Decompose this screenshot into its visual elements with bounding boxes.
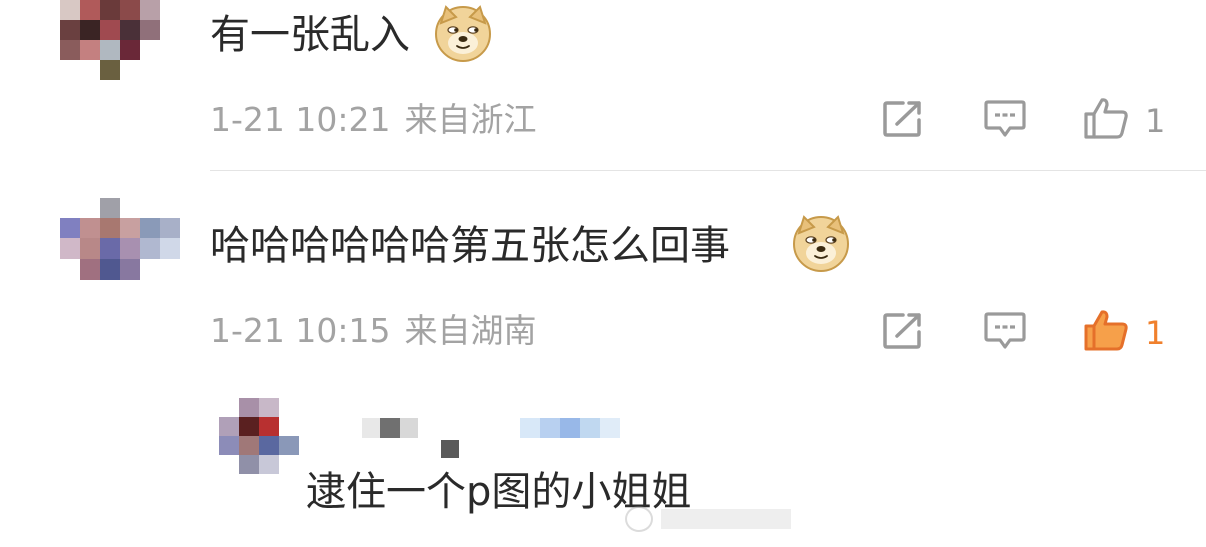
reply-username[interactable]	[362, 418, 418, 438]
comment-date: 1-21 10:15	[210, 311, 391, 350]
reply-avatar[interactable]	[219, 398, 299, 474]
avatar[interactable]	[60, 198, 180, 280]
doge-emoji	[435, 5, 491, 62]
thumbs-up-icon[interactable]	[1083, 97, 1129, 139]
comment-meta: 1-21 10:21 来自浙江	[210, 100, 537, 140]
like-count: 1	[1145, 314, 1166, 352]
reply-username-blur	[441, 440, 459, 458]
comment-text: 有一张乱入	[210, 12, 410, 58]
reply-target-name[interactable]	[520, 418, 620, 438]
share-icon[interactable]	[883, 312, 923, 350]
comment-date: 1-21 10:21	[210, 100, 391, 139]
comment-icon[interactable]	[984, 311, 1026, 351]
divider	[210, 170, 1206, 171]
like-count: 1	[1145, 102, 1166, 140]
comment-location: 来自湖南	[404, 311, 537, 350]
comment-icon[interactable]	[984, 99, 1026, 139]
thumbs-up-icon[interactable]	[1083, 309, 1129, 351]
doge-emoji	[793, 215, 849, 272]
share-icon[interactable]	[883, 100, 923, 138]
comment-location: 来自浙江	[404, 100, 537, 139]
watermark	[625, 506, 791, 532]
comment-meta: 1-21 10:15 来自湖南	[210, 311, 537, 351]
avatar[interactable]	[60, 0, 160, 80]
comment-text: 哈哈哈哈哈哈第五张怎么回事	[210, 223, 730, 269]
